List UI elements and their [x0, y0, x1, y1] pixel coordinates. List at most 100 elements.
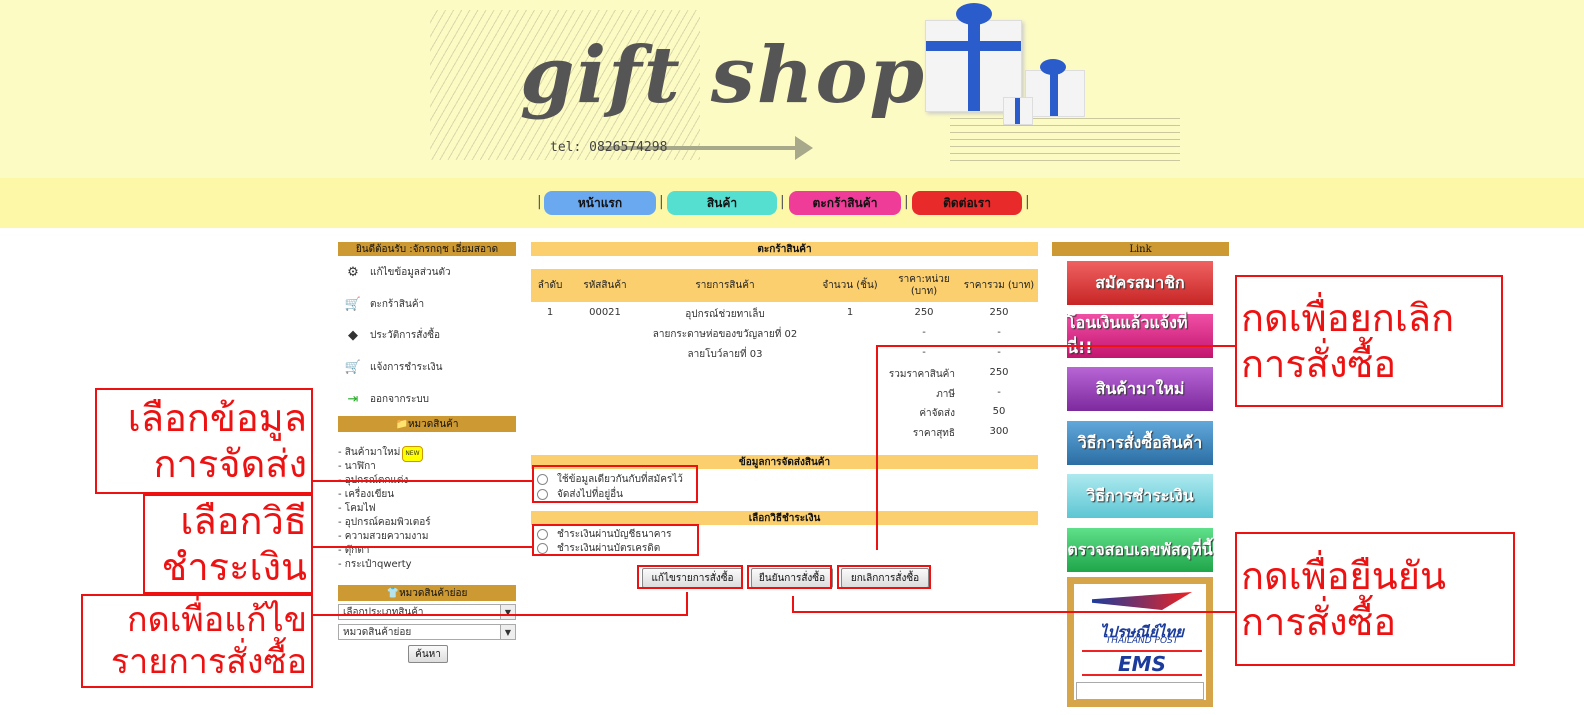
cart-cell: ลายโบว์ลายที่ 03	[687, 349, 763, 360]
summary-label: รวมราคาสินค้า	[888, 369, 955, 380]
subcategory-select[interactable]: หมวดสินค้าย่อย ▼	[338, 624, 516, 640]
cart-cell: ลายกระดาษห่อของขวัญลายที่ 02	[652, 329, 798, 340]
col-unit-price: ราคา:หน่วย (บาท)	[898, 273, 950, 297]
summary-label: ภาษี	[936, 389, 955, 400]
annotation-text: การสั่งซื้อ	[1241, 600, 1397, 644]
thailand-post-logo-icon	[1092, 592, 1192, 610]
category-item[interactable]: - อุปกรณ์คอมพิวเตอร์	[338, 516, 431, 530]
annotation-text: กดเพื่อยืนยัน	[1241, 554, 1447, 598]
new-badge: NEW	[402, 446, 423, 462]
category-item[interactable]: - ความสวยความงาม	[338, 530, 428, 544]
annotation-text: เลือกข้อมูล	[127, 396, 307, 440]
banner-how-to-pay[interactable]: วิธีการชำระเงิน	[1067, 474, 1213, 518]
annotation-text: กดเพื่อยกเลิก	[1241, 296, 1455, 340]
folder-icon: 📁	[395, 418, 408, 430]
link-heading: Link	[1052, 242, 1229, 256]
summary-label: ราคาสุทธิ	[912, 428, 955, 439]
category-select-value: เลือกประเภทสินค้า	[343, 606, 424, 618]
annotation-cancel: กดเพื่อยกเลิก การสั่งซื้อ	[1235, 275, 1503, 407]
history-icon: ◆	[348, 327, 358, 343]
nav-products-button[interactable]: สินค้า	[667, 191, 777, 215]
nav-cart-button[interactable]: ตะกร้าสินค้า	[789, 191, 901, 215]
annotation-payment: เลือกวิธี ชำระเงิน	[143, 494, 313, 594]
category-label: - สินค้ามาใหม่	[338, 447, 401, 458]
shipping-pointer-line	[313, 480, 533, 482]
payment-highlight	[532, 524, 699, 556]
menu-label: แจ้งการชำระเงิน	[370, 361, 443, 373]
summary-value: 300	[989, 426, 1009, 437]
chevron-down-icon: ▼	[500, 625, 515, 639]
payment-icon: 🛒	[344, 359, 362, 375]
subcategory-heading: 👕 หมวดสินค้าย่อย	[338, 585, 516, 601]
payment-heading: เลือกวิธีชำระเงิน	[531, 511, 1038, 525]
nav-separator: |	[1025, 194, 1030, 210]
ems-logo: EMS	[1082, 650, 1202, 676]
site-header: gift shop tel: 0826574298	[0, 0, 1584, 178]
category-heading: 📁 หมวดสินค้า	[338, 416, 516, 432]
cart-title: ตะกร้าสินค้า	[531, 242, 1038, 256]
thailand-post-name-en: THAILAND POST	[1105, 636, 1179, 646]
annotation-text: ชำระเงิน	[161, 545, 307, 589]
site-logo[interactable]: gift shop	[520, 30, 926, 121]
logout-icon: ⇥	[347, 391, 359, 407]
cancel-pointer-line	[878, 345, 1238, 347]
cart-cell: -	[922, 327, 926, 338]
category-item[interactable]: - กระเป๋าqwerty	[338, 558, 412, 572]
banner-track-parcel[interactable]: ตรวจสอบเลขพัสดุที่นี้	[1067, 528, 1213, 572]
category-item[interactable]: - โคมไฟ	[338, 502, 376, 516]
cart-cell: 00021	[589, 307, 621, 318]
banner-register[interactable]: สมัครสมาชิก	[1067, 261, 1213, 305]
edit-highlight	[637, 565, 743, 589]
shipping-highlight	[532, 465, 698, 503]
edit-pointer-line	[313, 614, 687, 616]
cancel-pointer-line	[876, 345, 878, 550]
menu-edit-profile[interactable]: ⚙ แก้ไขข้อมูลส่วนตัว	[344, 262, 451, 282]
cart-cell: 250	[914, 307, 934, 318]
subcategory-select-value: หมวดสินค้าย่อย	[343, 626, 412, 638]
menu-cart[interactable]: 🛒 ตะกร้าสินค้า	[344, 294, 424, 314]
menu-payment[interactable]: 🛒 แจ้งการชำระเงิน	[344, 357, 443, 377]
gear-icon: ⚙	[347, 264, 359, 280]
cart-cell: 250	[989, 307, 1009, 318]
menu-label: ออกจากระบบ	[370, 393, 430, 405]
banner-how-to-order[interactable]: วิธีการสั่งซื้อสินค้า	[1067, 421, 1213, 465]
thailand-post-box[interactable]: ไปรษณีย์ไทย THAILAND POST EMS	[1067, 577, 1213, 707]
chevron-down-icon: ▼	[500, 605, 515, 619]
banner-payment-notify[interactable]: โอนเงินแล้วแจ้งที่นี่!!	[1067, 313, 1213, 358]
category-heading-label: หมวดสินค้า	[407, 418, 459, 430]
cancel-highlight	[837, 565, 931, 589]
banner-new-products[interactable]: สินค้ามาใหม่	[1067, 367, 1213, 411]
annotation-edit: กดเพื่อแก้ไข รายการสั่งซื้อ	[81, 594, 313, 688]
menu-label: ประวัติการสั่งซื้อ	[370, 329, 441, 341]
nav-home-button[interactable]: หน้าแรก	[544, 191, 656, 215]
confirm-pointer-line	[793, 611, 1237, 613]
annotation-shipping: เลือกข้อมูล การจัดส่ง	[95, 388, 313, 494]
gift-box-small-image	[1025, 59, 1085, 117]
cart-cell: 1	[546, 307, 554, 318]
welcome-heading: ยินดีต้อนรับ :จักรกฤช เอี่ยมสอาด	[338, 242, 516, 256]
menu-logout[interactable]: ⇥ ออกจากระบบ	[344, 389, 430, 409]
col-total: ราคารวม (บาท)	[963, 279, 1035, 291]
category-item[interactable]: - เครื่องเขียน	[338, 488, 394, 502]
cart-cell: -	[997, 327, 1001, 338]
col-no: ลำดับ	[537, 279, 563, 291]
summary-label: ค่าจัดส่ง	[919, 408, 955, 419]
annotation-confirm: กดเพื่อยืนยัน การสั่งซื้อ	[1235, 532, 1515, 666]
tracking-input[interactable]	[1076, 682, 1204, 700]
category-item[interactable]: - นาฬิกา	[338, 460, 376, 474]
category-select[interactable]: เลือกประเภทสินค้า ▼	[338, 604, 516, 620]
payment-pointer-line	[313, 546, 533, 548]
nav-contact-button[interactable]: ติดต่อเรา	[912, 191, 1022, 215]
subcategory-heading-label: หมวดสินค้าย่อย	[399, 587, 468, 599]
confirm-highlight	[747, 565, 832, 589]
search-button[interactable]: ค้นหา	[408, 645, 448, 663]
nav-separator: |	[537, 194, 542, 210]
edit-pointer-line	[686, 592, 688, 616]
menu-label: แก้ไขข้อมูลส่วนตัว	[370, 266, 451, 278]
nav-separator: |	[659, 194, 664, 210]
menu-history[interactable]: ◆ ประวัติการสั่งซื้อ	[344, 325, 440, 345]
menu-label: ตะกร้าสินค้า	[370, 298, 425, 310]
summary-value: 250	[989, 367, 1009, 378]
col-code: รหัสสินค้า	[583, 279, 627, 291]
col-qty: จำนวน (ชิ้น)	[822, 279, 878, 291]
